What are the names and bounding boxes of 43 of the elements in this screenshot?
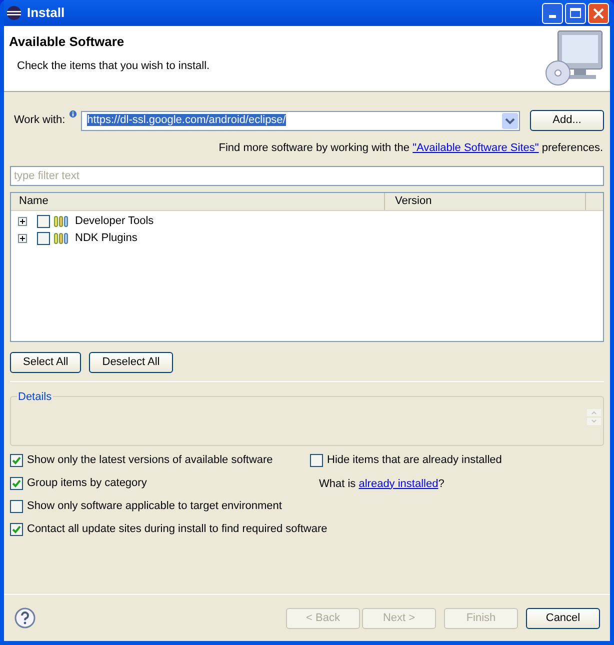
url-value: https://dl-ssl.google.com/android/eclipse/ xyxy=(87,114,286,126)
help-icon[interactable] xyxy=(14,607,36,629)
option-label[interactable]: Show only the latest versions of available software xyxy=(27,452,273,469)
work-with-label: Work with: xyxy=(13,113,66,128)
checkbox[interactable] xyxy=(37,214,50,228)
available-sites-link[interactable]: "Available Software Sites" xyxy=(412,142,539,154)
page-title: Available Software xyxy=(9,33,126,51)
selection-button[interactable]: Deselect All xyxy=(89,352,173,372)
expand-icon[interactable] xyxy=(18,216,27,226)
checkbox[interactable] xyxy=(10,500,23,513)
tree-item-label[interactable]: NDK Plugins xyxy=(75,230,138,246)
window-title: Install xyxy=(27,4,66,22)
expand-icon[interactable] xyxy=(18,234,27,242)
checked-checkbox[interactable] xyxy=(10,523,23,536)
filter-field[interactable]: type filter text xyxy=(10,166,604,186)
checkbox[interactable] xyxy=(37,232,50,244)
option-label[interactable]: Contact all update sites during install to find required software xyxy=(27,521,328,538)
work-with-combo[interactable]: https://dl-ssl.google.com/android/eclipse/ xyxy=(81,110,520,130)
find-more-text: Find more software by working with the "Available Software Sites" preferences. xyxy=(218,141,604,156)
option-label[interactable]: Show only software applicable to target environment xyxy=(27,498,282,515)
eclipse-logo-icon xyxy=(6,5,22,21)
dialog-button[interactable]: Cancel xyxy=(526,608,600,628)
column-header[interactable]: Version xyxy=(385,192,586,210)
info-icon xyxy=(69,110,78,118)
checkbox[interactable] xyxy=(310,454,323,467)
checked-checkbox[interactable] xyxy=(10,477,23,490)
category-icon xyxy=(54,232,69,244)
close-button[interactable] xyxy=(588,2,609,24)
tree-item-label[interactable]: Developer Tools xyxy=(75,212,154,230)
add-button[interactable]: Add... xyxy=(530,110,604,131)
selection-button[interactable]: Select All xyxy=(10,352,82,372)
already-installed-hint: What is already installed? xyxy=(318,476,446,492)
page-description: Check the items that you wish to install. xyxy=(16,58,210,74)
checked-checkbox[interactable] xyxy=(10,454,23,467)
category-icon xyxy=(54,216,69,226)
scroll-arrows-icon xyxy=(587,408,601,424)
maximize-button[interactable] xyxy=(565,2,586,24)
minimize-button[interactable] xyxy=(542,2,563,24)
column-header[interactable]: Name xyxy=(11,192,385,210)
option-label[interactable]: Hide items that are already installed xyxy=(327,452,502,469)
close-icon xyxy=(593,8,604,18)
option-label[interactable]: Group items by category xyxy=(27,475,147,492)
already-installed-link[interactable]: already installed xyxy=(358,478,438,490)
